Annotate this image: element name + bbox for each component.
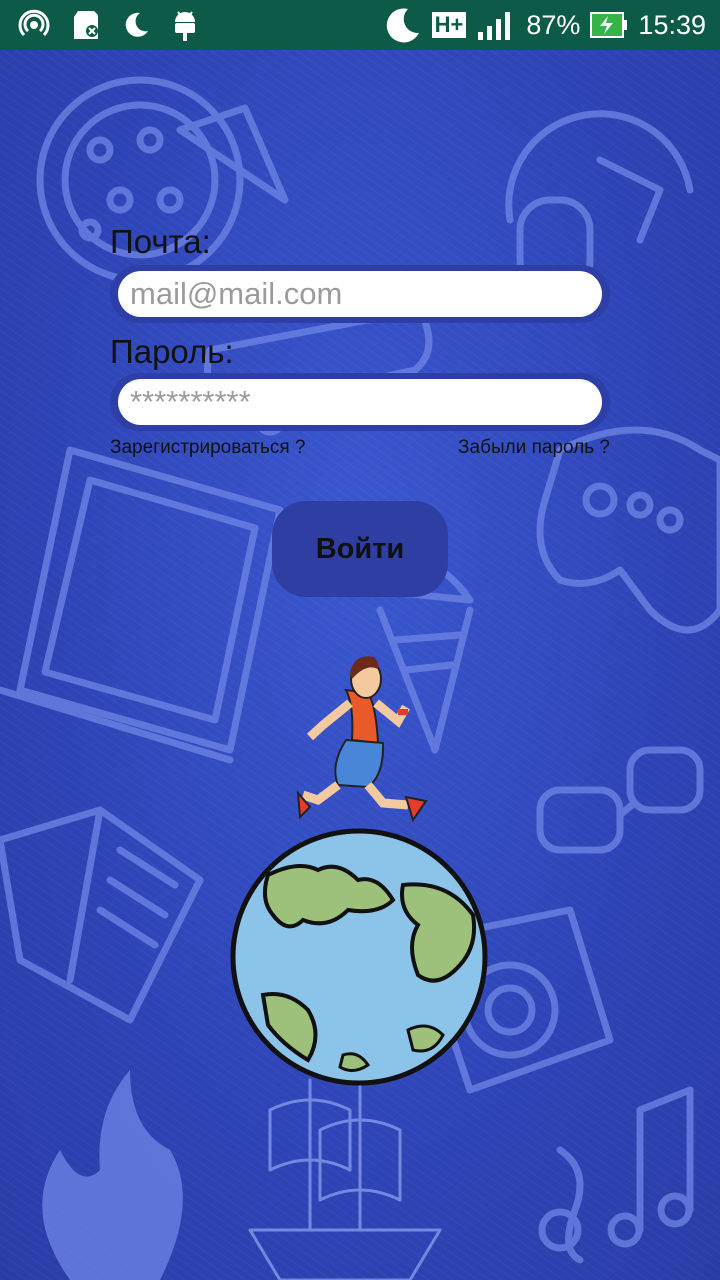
gamepad-icon	[536, 426, 720, 634]
runner-on-globe-illustration	[230, 656, 488, 1086]
battery-charging-icon	[590, 12, 628, 38]
register-link[interactable]: Зарегистрироваться ?	[110, 437, 306, 459]
clock: 15:39	[638, 9, 706, 40]
music-notes-icon	[538, 1086, 694, 1264]
book-icon	[0, 806, 204, 1024]
email-label: Почта:	[110, 223, 211, 260]
runner-figure	[296, 656, 428, 823]
glasses-icon	[536, 746, 704, 854]
fire-icon	[42, 1070, 183, 1280]
forgot-password-link[interactable]: Забыли пароль ?	[458, 437, 610, 459]
ship-icon	[248, 1068, 442, 1280]
password-field-frame	[110, 373, 610, 431]
battery-percent: 87%	[526, 9, 581, 40]
do-not-disturb-moon-icon	[125, 12, 148, 37]
headphones-icon	[505, 110, 694, 294]
sd-card-icon	[74, 11, 98, 39]
password-field[interactable]	[118, 379, 602, 425]
email-field[interactable]	[118, 271, 602, 317]
status-bar: H+ 87% 15:39	[0, 0, 720, 50]
night-mode-moon-icon	[386, 8, 419, 43]
globe-illustration	[230, 828, 488, 1086]
network-type: H+	[431, 12, 467, 38]
signal-strength-icon	[478, 12, 511, 40]
android-debug-icon	[175, 11, 195, 41]
password-label: Пароль:	[110, 333, 234, 370]
hotspot-icon	[18, 9, 50, 37]
email-field-frame	[110, 265, 610, 323]
login-button[interactable]: Войти	[272, 501, 448, 597]
